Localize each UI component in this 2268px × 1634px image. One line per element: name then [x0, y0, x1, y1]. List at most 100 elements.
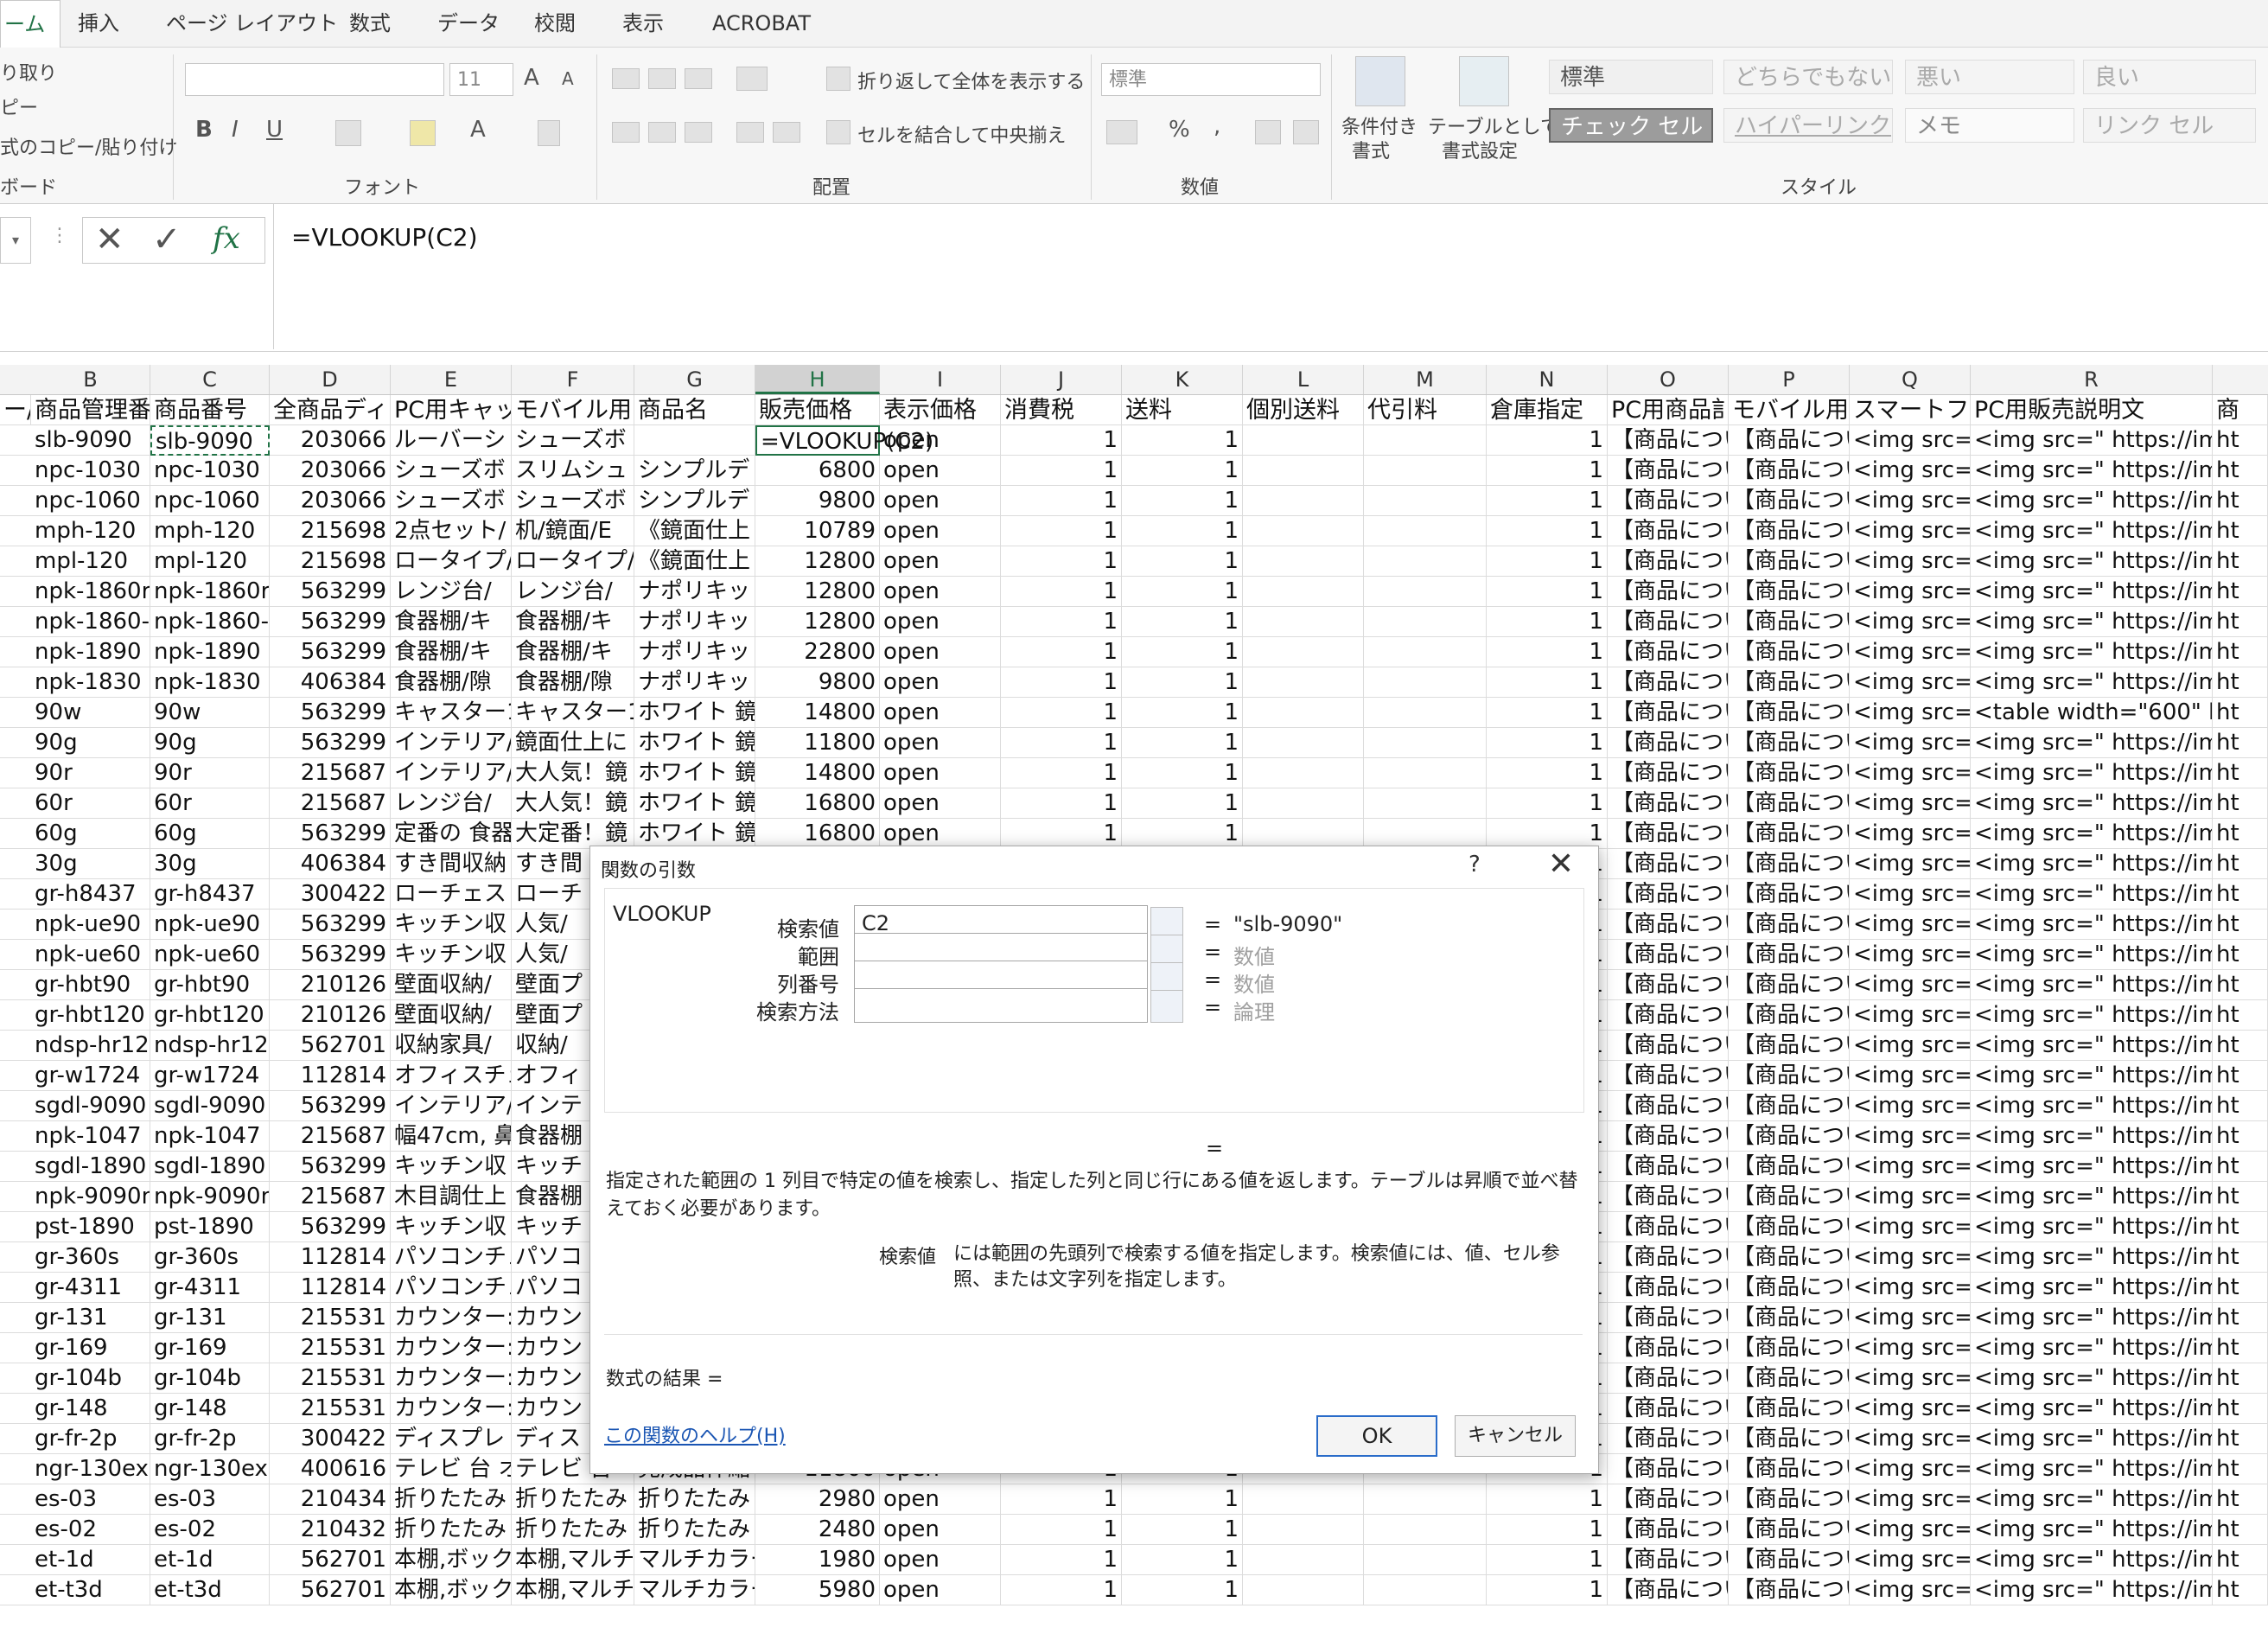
cell[interactable] — [1364, 728, 1487, 758]
cell[interactable]: <img src=" — [1850, 970, 1971, 1000]
cell[interactable]: npc-1060 — [31, 486, 150, 516]
cell[interactable] — [1364, 637, 1487, 667]
cell[interactable]: npk-1830 — [150, 667, 270, 698]
cell[interactable]: <img src=" https://image — [1971, 607, 2213, 637]
cell[interactable]: 【商品につい — [1729, 486, 1850, 516]
cell[interactable] — [1243, 637, 1364, 667]
cell[interactable]: 【商品につい — [1608, 758, 1729, 788]
column-header-p[interactable]: P — [1729, 365, 1850, 394]
cell[interactable]: 10789 — [755, 516, 880, 546]
cell[interactable]: 食器棚/キ — [512, 607, 634, 637]
cell[interactable]: 【商品につい — [1608, 456, 1729, 486]
cell[interactable]: 【商品につい — [1729, 1152, 1850, 1182]
cell[interactable]: npc-1060 — [150, 486, 270, 516]
cell[interactable]: ht — [2213, 1000, 2268, 1031]
cell[interactable]: gr-360s — [150, 1242, 270, 1273]
cell[interactable]: <img src=" https://image — [1971, 1000, 2213, 1031]
cell[interactable]: <img src=" — [1850, 1545, 1971, 1575]
cell[interactable]: 1 — [1487, 577, 1608, 607]
cell[interactable] — [1364, 456, 1487, 486]
cell[interactable]: 1 — [1001, 1575, 1122, 1605]
cell[interactable]: 【商品につい — [1729, 1061, 1850, 1091]
header-cell[interactable]: 消費税 — [1001, 395, 1122, 425]
cell[interactable]: 【商品につい — [1729, 819, 1850, 849]
cell[interactable]: <img src=" https://image — [1971, 425, 2213, 456]
cell[interactable]: <img src=" — [1850, 1242, 1971, 1273]
cell[interactable]: <img src=" — [1850, 667, 1971, 698]
cell[interactable]: gr-w1724 — [31, 1061, 150, 1091]
cell[interactable]: ht — [2213, 1303, 2268, 1333]
header-cell[interactable]: 販売価格 — [755, 395, 880, 425]
header-cell[interactable]: モバイル用 — [512, 395, 634, 425]
cell[interactable]: 【商品につい — [1729, 1545, 1850, 1575]
cell[interactable]: 【商品につい — [1608, 819, 1729, 849]
cell[interactable]: 【商品につい — [1608, 577, 1729, 607]
cell[interactable]: 1 — [1487, 758, 1608, 788]
cell[interactable]: <img src=" — [1850, 637, 1971, 667]
cell[interactable]: 幅47cm, 鼻 — [391, 1121, 512, 1152]
cell[interactable]: 16800 — [755, 788, 880, 819]
cell[interactable]: 1 — [1122, 758, 1243, 788]
cell[interactable] — [1243, 1484, 1364, 1515]
cell[interactable]: slb-9090 — [31, 425, 150, 456]
cell[interactable]: 1 — [1001, 1515, 1122, 1545]
cell[interactable]: 【商品につい — [1729, 1424, 1850, 1454]
cell[interactable]: ht — [2213, 1091, 2268, 1121]
cell[interactable]: レンジ台/ — [512, 577, 634, 607]
cell[interactable]: ht — [2213, 667, 2268, 698]
cell[interactable]: 9800 — [755, 667, 880, 698]
cell[interactable]: 562701 — [270, 1545, 391, 1575]
cell[interactable]: ホワイト 鏡 — [634, 758, 755, 788]
cell[interactable]: 【商品につい — [1608, 1121, 1729, 1152]
cell[interactable]: 215687 — [270, 1121, 391, 1152]
cell[interactable]: <img src=" https://image — [1971, 546, 2213, 577]
cell[interactable]: 【商品につい — [1729, 1515, 1850, 1545]
cell[interactable]: 壁面収納/ — [391, 1000, 512, 1031]
cell[interactable]: 1 — [1487, 486, 1608, 516]
cell[interactable]: 【商品につい — [1608, 1212, 1729, 1242]
cell[interactable]: 112814 — [270, 1061, 391, 1091]
cell[interactable]: <img src=" — [1850, 607, 1971, 637]
cell[interactable]: 【商品につい — [1608, 1575, 1729, 1605]
cell[interactable]: <img src=" — [1850, 1363, 1971, 1394]
cell[interactable]: 563299 — [270, 607, 391, 637]
cell[interactable]: <img src=" — [1850, 879, 1971, 910]
cell[interactable] — [1364, 577, 1487, 607]
cell[interactable]: キッチン収 — [391, 1152, 512, 1182]
cell[interactable]: 203066 — [270, 425, 391, 456]
cell[interactable] — [1243, 607, 1364, 637]
cell[interactable]: open — [880, 637, 1001, 667]
name-box-dropdown[interactable]: ▾ — [0, 217, 31, 264]
cell[interactable]: キッチン収 — [391, 910, 512, 940]
cell[interactable]: sgdl-1890 — [150, 1152, 270, 1182]
cell[interactable]: 16800 — [755, 819, 880, 849]
cell[interactable]: インテリア/ — [391, 1091, 512, 1121]
cell[interactable]: <img src=" https://image — [1971, 1484, 2213, 1515]
cell[interactable] — [1243, 456, 1364, 486]
cell[interactable]: 【商品につい — [1729, 1121, 1850, 1152]
cell[interactable]: gr-w1724 — [150, 1061, 270, 1091]
cell[interactable]: <img src=" — [1850, 698, 1971, 728]
tab-formulas[interactable]: 数式 — [349, 0, 391, 47]
cell[interactable]: 400616 — [270, 1454, 391, 1484]
cell[interactable]: 1 — [1487, 1515, 1608, 1545]
cell[interactable]: mph-120 — [150, 516, 270, 546]
cell[interactable]: ht — [2213, 637, 2268, 667]
cell[interactable]: オフィスチェ — [391, 1061, 512, 1091]
cell[interactable]: 【商品につい — [1608, 425, 1729, 456]
cell[interactable]: ht — [2213, 1152, 2268, 1182]
cell[interactable]: ロータイプ/ — [512, 546, 634, 577]
cell[interactable]: 563299 — [270, 577, 391, 607]
cell[interactable]: 1 — [1122, 819, 1243, 849]
arg-input-range-lookup[interactable] — [854, 988, 1148, 1023]
cell[interactable]: 215698 — [270, 546, 391, 577]
cell[interactable]: <img src=" — [1850, 1212, 1971, 1242]
cell[interactable]: <img src=" https://image — [1971, 1091, 2213, 1121]
cell[interactable]: 【商品につい — [1608, 1000, 1729, 1031]
cell[interactable]: gr-h8437 — [150, 879, 270, 910]
header-cell[interactable]: 個別送料 — [1243, 395, 1364, 425]
font-color-icon[interactable]: A — [470, 117, 486, 143]
cell[interactable]: 1 — [1487, 1484, 1608, 1515]
cell[interactable]: 食器棚/隙 — [391, 667, 512, 698]
cell[interactable]: sgdl-9090 — [150, 1091, 270, 1121]
